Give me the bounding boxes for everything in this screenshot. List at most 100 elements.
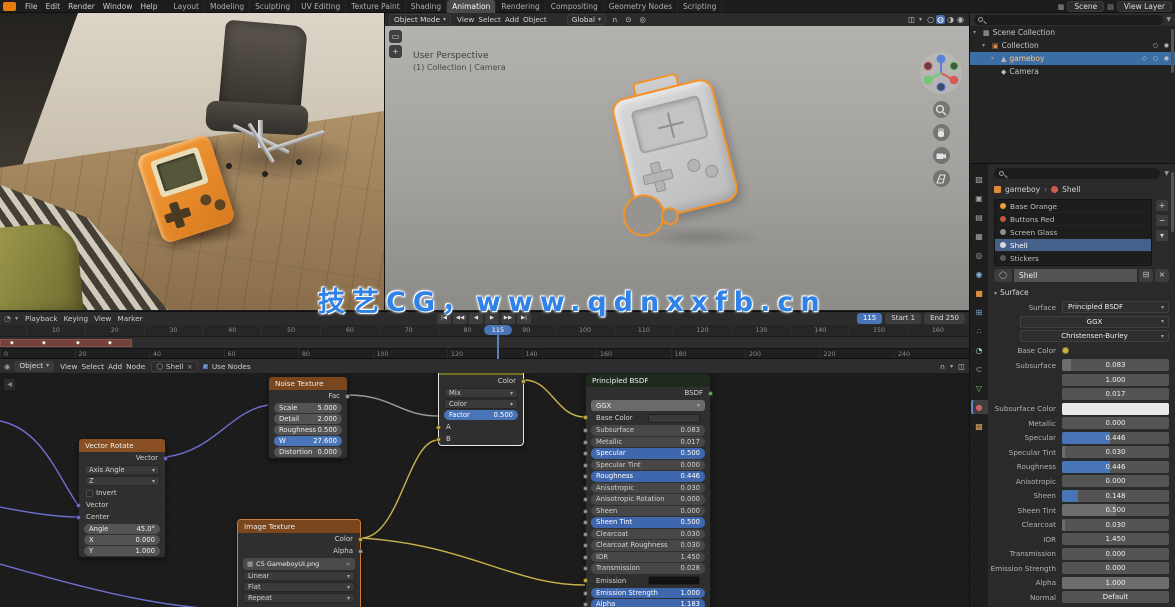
- render-preview-panel[interactable]: [0, 13, 384, 310]
- node-editor-menu-item[interactable]: Add: [106, 362, 124, 371]
- outliner-row[interactable]: ◆ Camera: [970, 65, 1175, 78]
- timeline-menu-item[interactable]: Marker: [114, 314, 145, 323]
- sidebar-toggle-icon[interactable]: ◀: [4, 379, 15, 390]
- bsdf-input-row[interactable]: Alpha 1.183: [591, 599, 705, 607]
- use-nodes-checkbox[interactable]: ✓ Use Nodes: [202, 362, 251, 371]
- dopesheet-summary-channel[interactable]: ◆◆◆◆: [0, 336, 969, 348]
- shading-mode-icon[interactable]: ◑: [946, 15, 955, 24]
- workspace-tab[interactable]: Animation: [447, 0, 496, 13]
- unlink-icon[interactable]: ×: [187, 362, 193, 371]
- blender-logo-icon[interactable]: [3, 2, 16, 11]
- node-editor-menu-item[interactable]: Node: [124, 362, 147, 371]
- keyframe-diamond-icon[interactable]: ◆: [76, 340, 80, 346]
- node-title[interactable]: Principled BSDF: [586, 374, 710, 387]
- bsdf-input-row[interactable]: Sheen Tint 0.500: [591, 517, 705, 528]
- node-principled-bsdf[interactable]: Principled BSDF BSDF GGX▾ Base Color: [585, 373, 711, 607]
- material-name-field[interactable]: Shell: [1014, 269, 1137, 282]
- node-editor-icon[interactable]: ◉: [4, 362, 10, 371]
- playhead-frame-badge[interactable]: 115: [484, 325, 512, 335]
- property-field[interactable]: Christensen-Burley ▾: [1020, 330, 1169, 342]
- browse-material-button[interactable]: ◯: [994, 269, 1012, 282]
- material-slot-row[interactable]: Stickers: [995, 252, 1151, 265]
- slot-action-button[interactable]: +: [1155, 199, 1169, 212]
- slot-action-button[interactable]: −: [1155, 214, 1169, 227]
- material-slot-row[interactable]: Shell: [995, 239, 1151, 252]
- bsdf-input-row[interactable]: Emission: [591, 575, 705, 587]
- snap-magnet-icon[interactable]: ∩: [610, 15, 619, 24]
- invert-checkbox[interactable]: Invert: [79, 487, 165, 499]
- bsdf-input-row[interactable]: Clearcoat 0.030: [591, 529, 705, 540]
- rotate-type-dropdown[interactable]: Axis Angle▾: [84, 465, 160, 475]
- orientation-dropdown[interactable]: Global▾: [567, 14, 606, 25]
- outliner-row[interactable]: ▾ ▦ Scene Collection: [970, 26, 1175, 39]
- color-a-input-socket[interactable]: [436, 425, 441, 430]
- outliner-search-input[interactable]: [974, 15, 1163, 25]
- color-output-socket[interactable]: [358, 537, 363, 542]
- property-field[interactable]: 0.000 ▾: [1062, 562, 1169, 574]
- linked-input-socket-icon[interactable]: [1062, 347, 1069, 354]
- current-frame-field[interactable]: 115: [857, 313, 882, 324]
- bsdf-input-row[interactable]: Anisotropic Rotation 0.000: [591, 494, 705, 505]
- color-b-input-socket[interactable]: [436, 437, 441, 442]
- vector-output-socket[interactable]: [163, 456, 168, 461]
- expand-arrow-icon[interactable]: ▾: [973, 29, 980, 36]
- projection-dropdown[interactable]: Flat▾: [243, 582, 355, 592]
- property-field[interactable]: GGX ▾: [1020, 316, 1169, 328]
- visibility-toggle-icons[interactable]: ○ ◉: [1153, 42, 1171, 49]
- node-editor-menu-item[interactable]: View: [58, 362, 79, 371]
- properties-tab[interactable]: ▨: [971, 172, 988, 186]
- properties-search-input[interactable]: [994, 168, 1160, 179]
- scene-selector[interactable]: Scene: [1067, 1, 1104, 12]
- input-socket[interactable]: [583, 543, 588, 548]
- property-field[interactable]: 0.000 ▾: [1062, 475, 1169, 487]
- outliner-scrollbar[interactable]: [1171, 29, 1174, 73]
- fake-user-button[interactable]: ⊟: [1139, 269, 1153, 282]
- shader-type-dropdown[interactable]: Object▾: [14, 361, 54, 372]
- timeline-menu-item[interactable]: View: [91, 314, 114, 323]
- proportional-edit-icon[interactable]: ◎: [638, 15, 648, 24]
- property-field[interactable]: 0.446 ▾: [1062, 461, 1169, 473]
- input-socket[interactable]: [583, 451, 588, 456]
- properties-tab[interactable]: ∴: [971, 324, 988, 338]
- property-field[interactable]: 1.000 ▾: [1062, 374, 1169, 386]
- input-socket[interactable]: [583, 497, 588, 502]
- property-field[interactable]: 0.083 ▾: [1062, 359, 1169, 371]
- bsdf-input-row[interactable]: Metallic 0.017: [591, 437, 705, 448]
- input-socket[interactable]: [583, 591, 588, 596]
- view-layer-selector[interactable]: View Layer: [1117, 1, 1172, 12]
- material-selector[interactable]: ◯ Shell ×: [151, 361, 198, 372]
- node-title[interactable]: Noise Texture: [269, 377, 347, 390]
- properties-scrollbar[interactable]: [1171, 172, 1174, 232]
- workspace-tab[interactable]: Layout: [168, 0, 205, 13]
- input-socket[interactable]: [583, 509, 588, 514]
- viewport-tool-button[interactable]: ▭: [389, 30, 402, 43]
- input-socket[interactable]: [583, 555, 588, 560]
- image-datablock-selector[interactable]: ▦ C5 GameboyUI.png ×: [243, 558, 355, 570]
- color-output-socket[interactable]: [521, 379, 526, 384]
- input-socket[interactable]: [583, 566, 588, 571]
- bsdf-input-row[interactable]: Emission Strength 1.000: [591, 588, 705, 599]
- slot-action-button[interactable]: ▾: [1155, 229, 1169, 242]
- distribution-dropdown[interactable]: GGX▾: [591, 400, 705, 411]
- bsdf-input-row[interactable]: Sheen 0.000: [591, 506, 705, 517]
- property-field[interactable]: Default ▾: [1062, 591, 1169, 603]
- outliner-row[interactable]: ▾ ▣ Collection ○ ◉: [970, 39, 1175, 52]
- shader-node-editor[interactable]: ◉ Object▾ ViewSelectAddNode ◯ Shell × ✓ …: [0, 358, 969, 607]
- property-field[interactable]: Principled BSDF ▾: [1062, 301, 1169, 313]
- input-socket[interactable]: [583, 486, 588, 491]
- perspective-toggle-gizmo[interactable]: [933, 170, 950, 187]
- zoom-gizmo[interactable]: [933, 101, 950, 118]
- node-title[interactable]: Image Texture: [238, 520, 360, 533]
- topbar-menu-item[interactable]: Render: [64, 2, 99, 11]
- fac-output-socket[interactable]: [345, 394, 350, 399]
- overlays-caret-icon[interactable]: ▾: [919, 16, 922, 23]
- node-value-field[interactable]: Distortion0.000: [274, 447, 342, 457]
- workspace-tab[interactable]: Scripting: [678, 0, 722, 13]
- properties-tab[interactable]: ▩: [971, 419, 988, 433]
- color-swatch[interactable]: [648, 576, 700, 585]
- keyframe-diamond-icon[interactable]: ◆: [10, 340, 14, 346]
- property-field[interactable]: 0.148 ▾: [1062, 490, 1169, 502]
- input-socket[interactable]: [583, 578, 588, 583]
- data-type-dropdown[interactable]: Color▾: [444, 399, 518, 409]
- workspace-tab[interactable]: Texture Paint: [346, 0, 405, 13]
